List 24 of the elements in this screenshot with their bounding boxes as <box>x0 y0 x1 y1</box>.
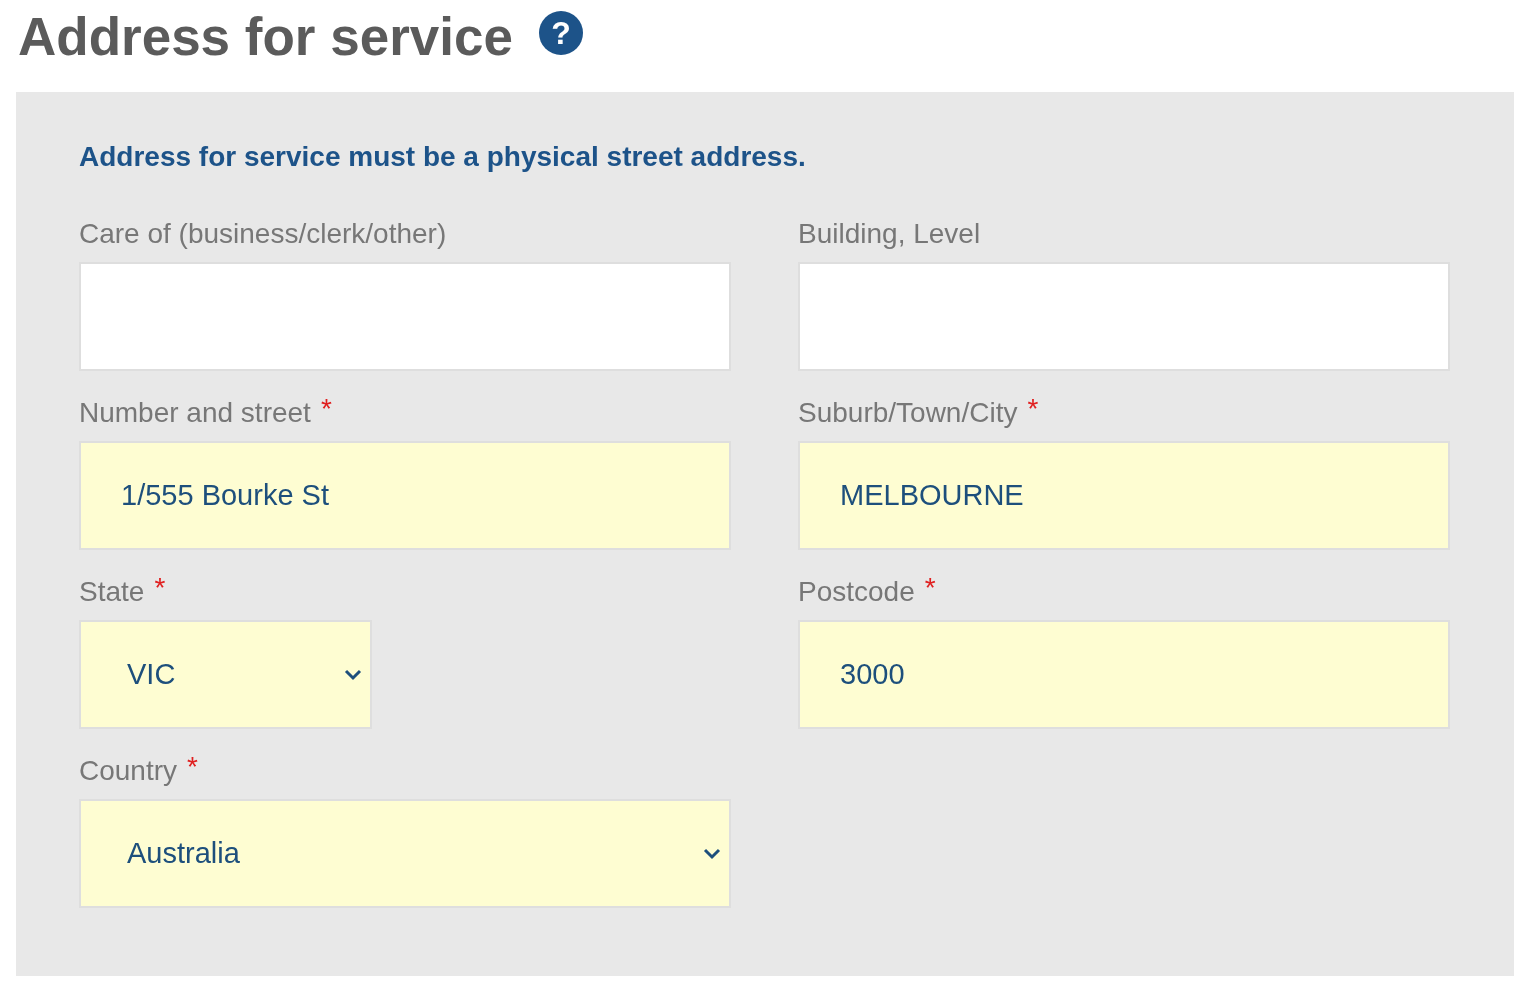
required-marker: * <box>187 753 198 781</box>
field-label: Building, Level <box>798 217 981 251</box>
required-marker: * <box>924 574 936 602</box>
dropdown-field[interactable]: Australia <box>79 799 731 908</box>
required-marker: * <box>320 395 332 423</box>
dropdown-field[interactable]: VIC <box>79 620 372 729</box>
field-label: State <box>79 575 145 609</box>
chevron-down-icon <box>344 668 362 681</box>
notice-text: Address for service must be a physical street address. <box>79 140 807 174</box>
page-title: Address for service <box>18 9 513 63</box>
text-field[interactable]: MELBOURNE <box>798 441 1450 550</box>
chevron-down-icon <box>703 847 721 860</box>
field-label: Country <box>79 754 178 788</box>
text-field[interactable]: 3000 <box>798 620 1450 729</box>
field-label: Suburb/Town/City <box>798 396 1018 430</box>
required-marker: * <box>1027 395 1039 423</box>
text-field[interactable] <box>798 262 1450 371</box>
text-field[interactable] <box>79 262 731 371</box>
required-marker: * <box>154 574 166 602</box>
field-label: Postcode <box>798 575 915 609</box>
field-label: Care of (business/clerk/other) <box>79 217 447 251</box>
text-field[interactable]: 1/555 Bourke St <box>79 441 731 550</box>
help-icon[interactable]: ? <box>538 11 583 55</box>
field-label: Number and street <box>79 396 311 430</box>
